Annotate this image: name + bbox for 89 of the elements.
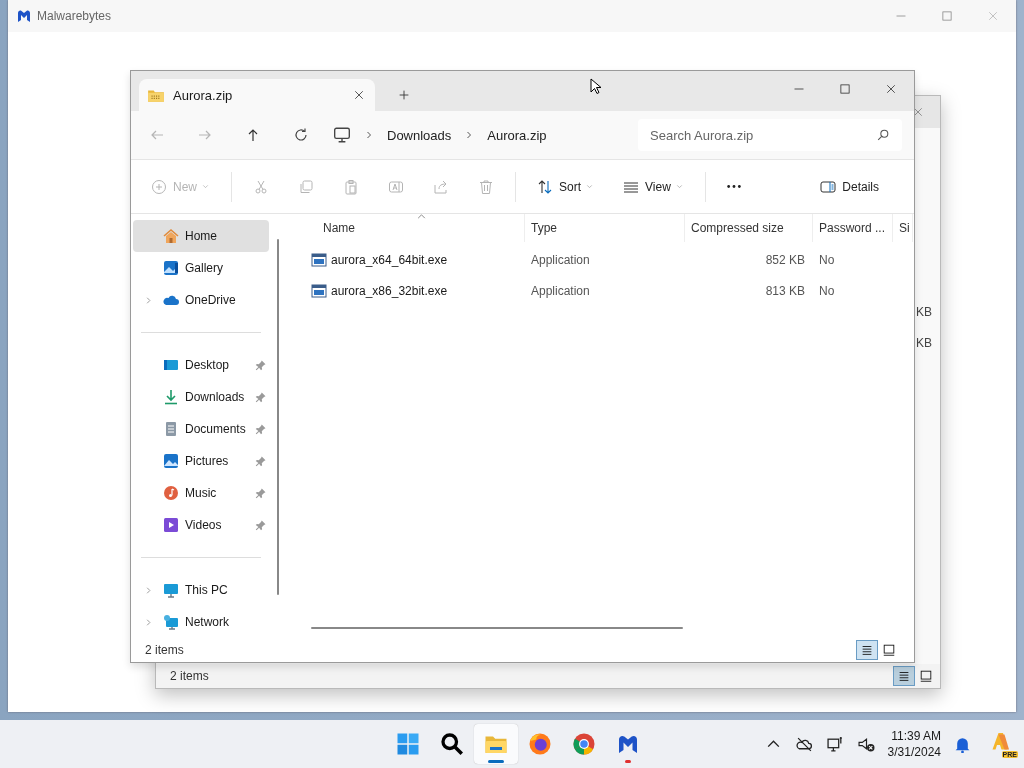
malwarebytes-logo-icon — [16, 8, 32, 24]
copy-icon — [298, 178, 314, 195]
monitor-icon[interactable] — [826, 735, 844, 753]
column-header[interactable]: Name — [289, 214, 525, 242]
tiles-view-icon — [919, 669, 933, 683]
close-icon[interactable] — [912, 106, 924, 118]
breadcrumb[interactable]: Downloads — [387, 127, 452, 143]
computer-icon — [163, 582, 179, 598]
maximize-icon[interactable] — [839, 83, 851, 95]
house-icon — [163, 228, 179, 244]
application-file-icon — [311, 282, 327, 299]
details-view-button[interactable] — [893, 666, 915, 686]
item-count: 2 items — [145, 643, 184, 657]
file-name[interactable]: aurora_x86_32bit.exe — [331, 283, 448, 298]
caret-icon — [674, 182, 684, 191]
column-header[interactable]: Type — [525, 214, 685, 242]
tab-title[interactable]: Aurora.zip — [173, 87, 233, 103]
scrollbar[interactable] — [277, 239, 279, 595]
details-pane-icon — [820, 178, 837, 195]
close-icon[interactable] — [353, 89, 365, 101]
list-view-icon — [897, 669, 911, 683]
list-view-icon — [860, 643, 874, 657]
monitor-icon — [333, 126, 351, 144]
table-cell: KB — [916, 304, 932, 319]
bell-icon[interactable] — [954, 735, 971, 753]
item-count: 2 items — [170, 669, 209, 683]
close-icon[interactable] — [885, 83, 897, 95]
sort-button[interactable]: Sort — [529, 170, 603, 203]
rename-icon — [388, 178, 404, 195]
table-cell: Application — [531, 252, 590, 267]
share-icon — [433, 178, 449, 195]
scrollbar[interactable] — [311, 627, 683, 629]
video-icon — [163, 517, 179, 533]
table-cell: No — [819, 283, 835, 298]
plus-circle-icon — [151, 178, 167, 195]
music-icon — [163, 485, 179, 501]
sort-arrows-icon — [537, 178, 553, 195]
breadcrumb[interactable]: Aurora.zip — [487, 127, 547, 143]
sidebar-item[interactable]: Downloads — [133, 381, 269, 413]
column-header[interactable]: Compressed size — [685, 214, 813, 242]
sidebar-item[interactable]: Gallery — [133, 252, 269, 284]
caret-icon — [585, 182, 595, 191]
clock[interactable]: 11:39 AM 3/31/2024 — [887, 728, 941, 760]
maximize-icon[interactable] — [941, 10, 953, 22]
caret-icon — [201, 182, 210, 191]
search-icon[interactable] — [439, 732, 464, 756]
tiles-view-icon — [882, 643, 896, 657]
gallery-icon — [163, 260, 179, 276]
sidebar-item[interactable]: Documents — [133, 413, 269, 445]
window-title: Malwarebytes — [37, 9, 112, 23]
details-button[interactable]: Details — [812, 170, 887, 203]
windows-logo-icon[interactable] — [395, 732, 420, 756]
sidebar-item[interactable]: Videos — [133, 509, 269, 541]
speaker-muted-icon[interactable] — [857, 735, 875, 753]
document-icon — [163, 421, 179, 437]
table-cell: KB — [916, 335, 932, 350]
file-name[interactable]: aurora_x64_64bit.exe — [331, 252, 448, 267]
sidebar-item[interactable]: Network — [133, 606, 269, 638]
search-icon — [876, 128, 890, 142]
fox-globe-icon[interactable] — [527, 732, 552, 756]
chrome-ball-icon[interactable] — [571, 732, 596, 756]
tab[interactable]: Aurora.zip — [139, 79, 375, 111]
table-cell: No — [819, 252, 835, 267]
network-icon — [163, 614, 179, 630]
sidebar-item[interactable]: OneDrive — [133, 284, 269, 316]
refresh-icon[interactable] — [293, 127, 309, 143]
sidebar-item[interactable]: Desktop — [133, 349, 269, 381]
column-header[interactable]: Si — [893, 214, 913, 242]
plus-icon[interactable] — [397, 88, 411, 102]
column-header[interactable]: Password ... — [813, 214, 893, 242]
more-dots-icon — [726, 185, 741, 188]
search-field[interactable]: Search Aurora.zip — [638, 119, 902, 151]
sidebar-item[interactable]: This PC — [133, 574, 269, 606]
trash-icon — [478, 178, 494, 195]
cloud-off-icon[interactable] — [795, 735, 813, 753]
table-cell: Application — [531, 283, 590, 298]
sidebar-item[interactable]: Pictures — [133, 445, 269, 477]
details-view-button[interactable] — [856, 640, 878, 660]
sidebar-item[interactable]: Home — [133, 220, 269, 252]
application-file-icon — [311, 251, 327, 268]
sidebar-item[interactable]: Music — [133, 477, 269, 509]
scissors-icon — [253, 178, 269, 195]
desktop-icon — [163, 357, 179, 373]
picture-icon — [163, 453, 179, 469]
table-cell: 813 KB — [765, 283, 805, 298]
paste-icon — [343, 178, 359, 195]
view-button[interactable]: View — [615, 170, 692, 203]
download-icon — [163, 389, 179, 405]
table-cell: 852 KB — [765, 252, 805, 267]
